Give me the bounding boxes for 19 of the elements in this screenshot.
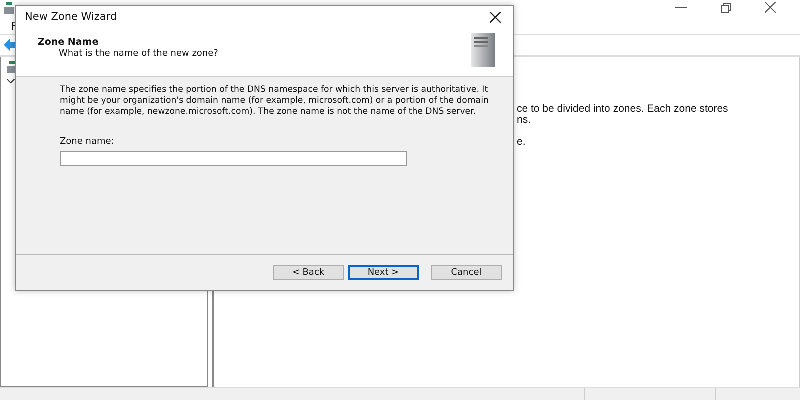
details-text: ns. [517,115,532,126]
details-text: ce to be divided into zones. Each zone stores [517,104,730,115]
minimize-icon[interactable] [675,6,687,8]
server-tower-icon [469,33,497,67]
page-subheading: What is the name of the new zone? [58,49,218,59]
wizard-button[interactable]: < Back [273,265,344,280]
wizard-button[interactable]: Next > [348,265,419,280]
restore-icon[interactable] [721,2,731,12]
details-text: e. [517,137,527,148]
description-text: The zone name specifies the portion of the DNS namespace for which this server is authoritative. It might be your organization's domain name (for example, microsoft.com) or a portion of the domain name (for example, newzone.microsoft.com). The zone name is not the name of the DNS server. [60,85,490,118]
dialog-title: New Zone Wizard [25,11,118,23]
wizard-button[interactable]: Cancel [431,265,502,280]
zone-name-field[interactable] [60,151,407,166]
app-icon [4,2,14,14]
close-icon[interactable] [765,2,776,13]
chevron-icon[interactable] [7,79,15,84]
field-label: Zone name: [60,137,116,147]
close-icon[interactable] [490,12,501,22]
page-heading: Zone Name [38,37,100,48]
